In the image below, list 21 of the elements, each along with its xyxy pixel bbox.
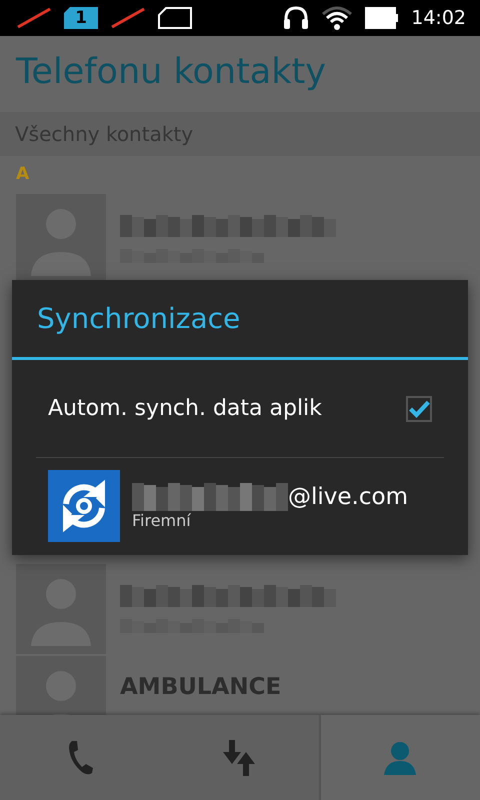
sim-card-icon [158,7,192,29]
section-letter: A [16,164,30,184]
auto-sync-checkbox[interactable] [406,396,432,422]
account-type: Firemní [132,510,192,530]
clock-time: 14:02 [411,7,466,29]
account-email: @live.com [288,484,408,510]
nav-tab[interactable] [159,715,319,800]
sim-card-icon: 1 [64,7,98,29]
no-signal-icon [16,7,52,29]
transfer-arrows-icon [220,740,257,776]
wifi-icon [321,5,354,31]
contact-name[interactable]: AMBULANCE [120,674,282,700]
page-title: Telefonu kontakty [16,52,326,92]
person-icon [384,740,416,774]
battery-icon [365,7,400,29]
dialog-title: Synchronizace [12,280,468,360]
nav-tab[interactable] [318,715,480,800]
no-signal-icon [110,7,146,29]
auto-sync-label: Autom. synch. data aplik [48,396,322,421]
headphones-icon [283,6,310,30]
sync-icon [48,470,120,542]
